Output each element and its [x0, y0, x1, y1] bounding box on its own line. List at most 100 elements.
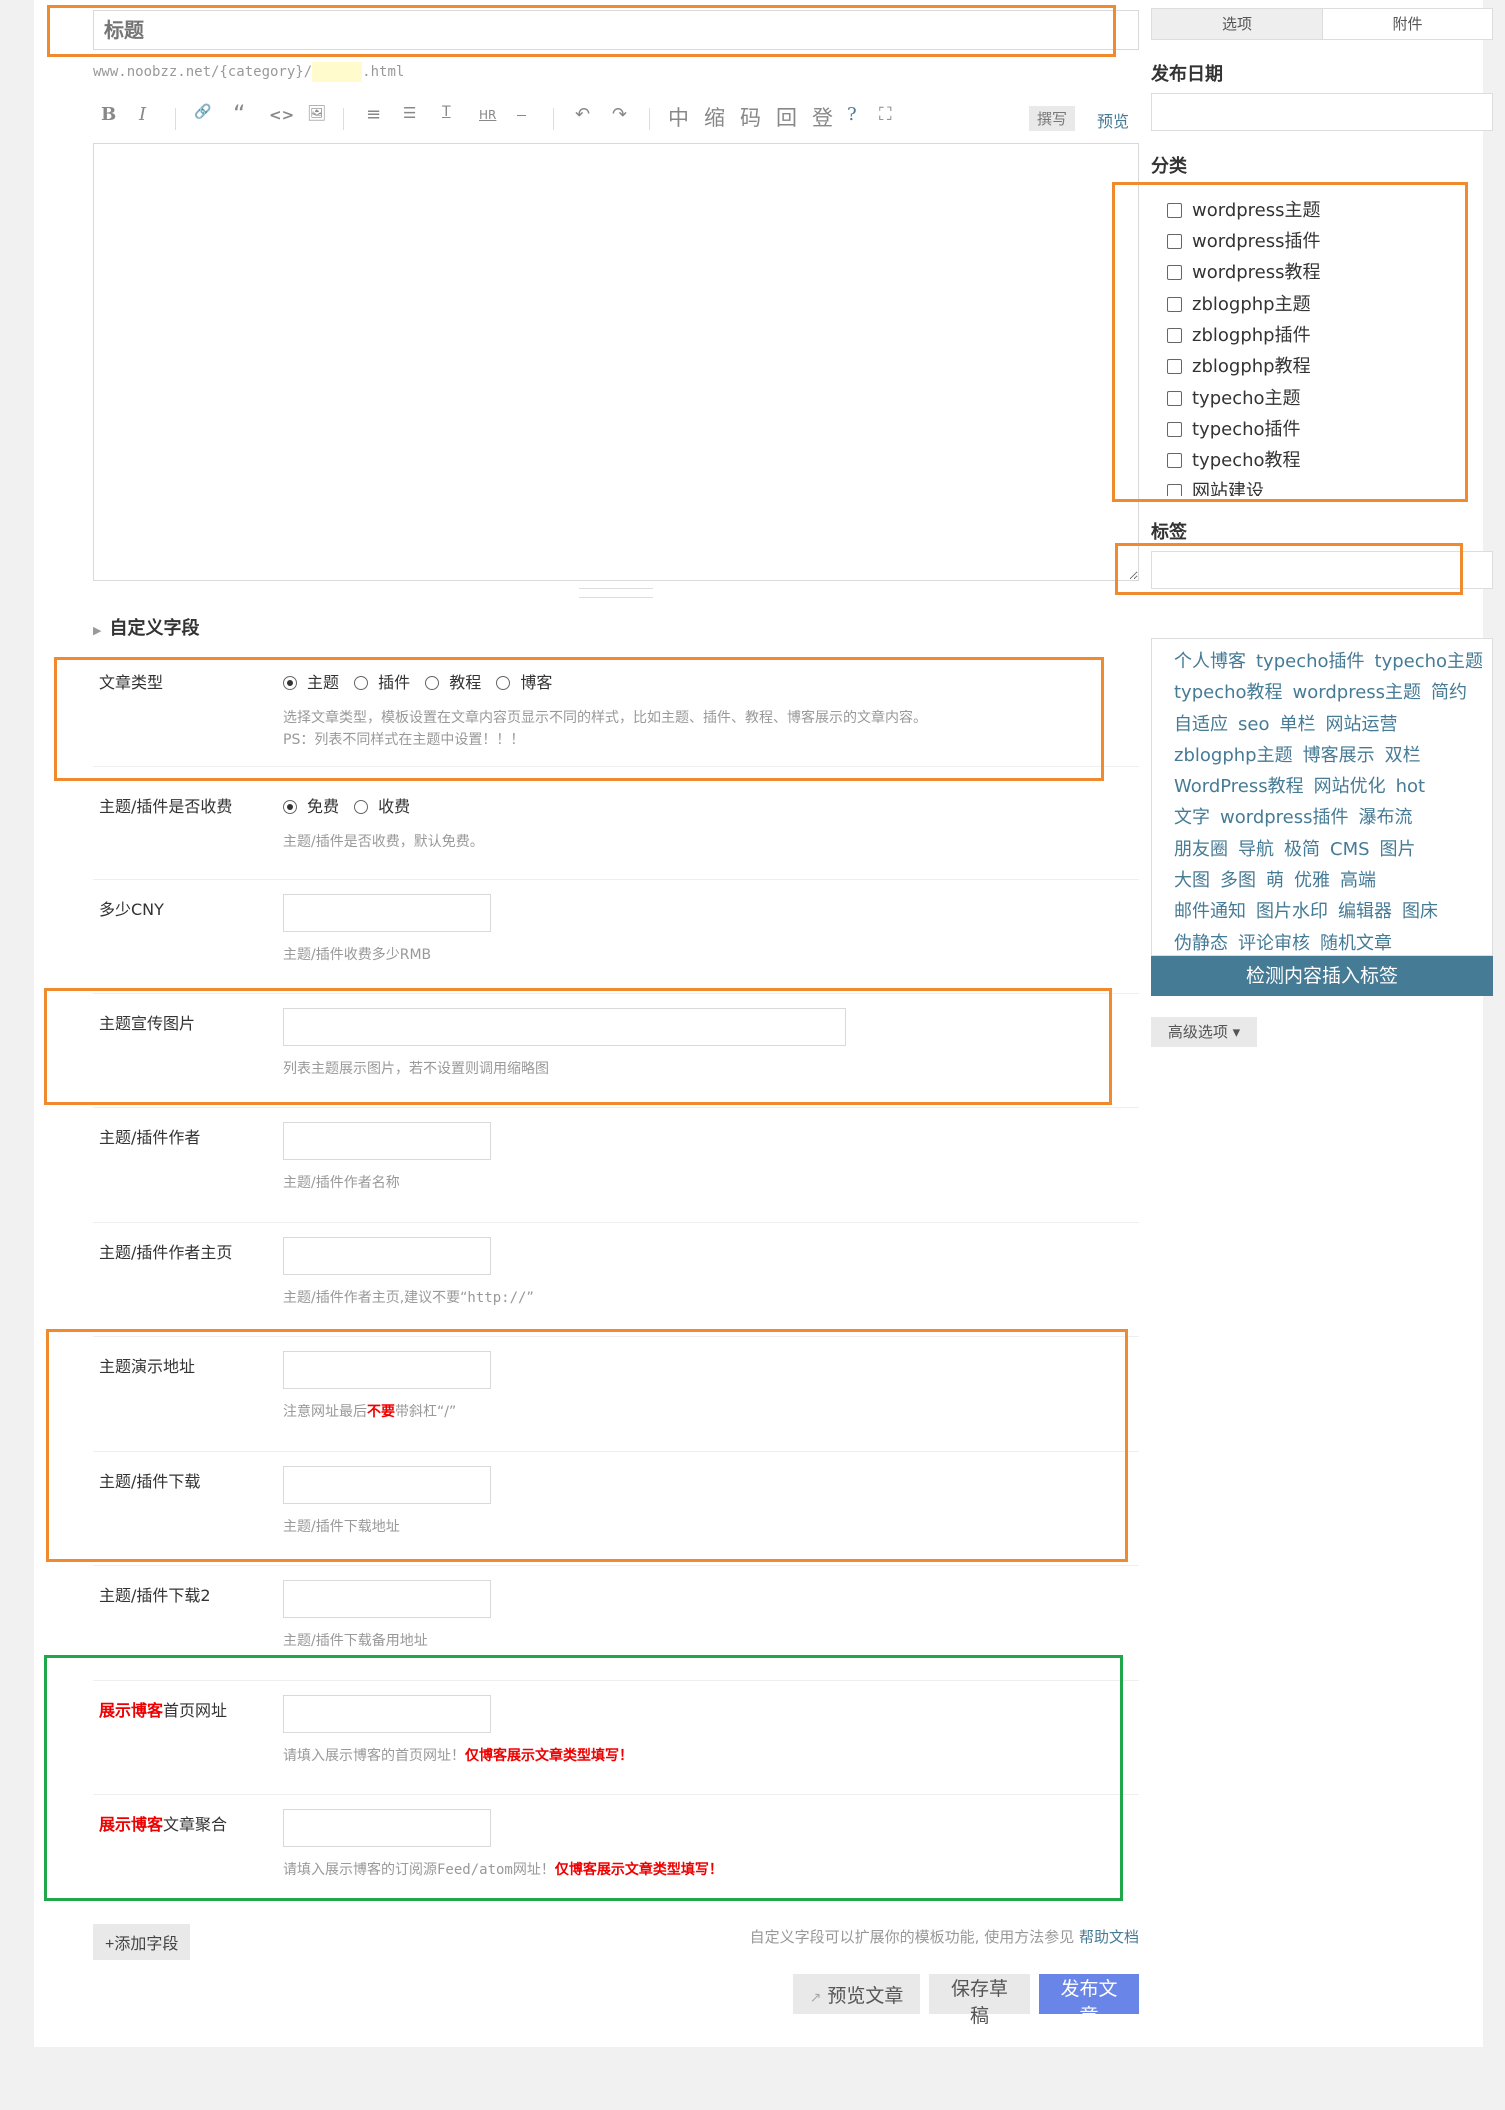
login-icon[interactable]: 登 [812, 102, 833, 132]
tab-options[interactable]: 选项 [1152, 9, 1322, 39]
indent-icon[interactable]: 缩 [704, 102, 725, 132]
tag-link[interactable]: typecho主题 [1375, 651, 1484, 672]
radio-tutorial[interactable]: 教程 [425, 673, 481, 692]
code-icon[interactable]: <> [269, 106, 294, 124]
radio-free[interactable]: 免费 [283, 797, 339, 816]
tag-link[interactable]: 伪静态 [1174, 933, 1228, 954]
quote-icon[interactable]: “ [233, 100, 245, 128]
code-block-icon[interactable]: 码 [740, 102, 761, 132]
tags-input[interactable] [1151, 551, 1493, 589]
download-input[interactable] [283, 1466, 491, 1504]
tag-link[interactable]: 随机文章 [1320, 933, 1392, 954]
tag-link[interactable]: 简约 [1431, 682, 1467, 703]
blog-homepage-input[interactable] [283, 1695, 491, 1733]
field-body: 主题/插件作者名称 [283, 1122, 491, 1194]
tag-link[interactable]: 优雅 [1294, 870, 1330, 891]
publish-button[interactable]: 发布文章 [1039, 1974, 1139, 2027]
tag-link[interactable]: 高端 [1340, 870, 1376, 891]
tag-link[interactable]: 瀑布流 [1359, 807, 1413, 828]
chinese-icon[interactable]: 中 [668, 102, 689, 132]
category-item[interactable]: zblogphp插件 [1167, 321, 1311, 347]
download-2-input[interactable] [283, 1580, 491, 1618]
heading-icon[interactable]: T [442, 104, 451, 120]
category-item[interactable]: wordpress教程 [1167, 258, 1321, 284]
publish-date-input[interactable] [1151, 93, 1493, 131]
write-tab[interactable]: 撰写 [1029, 106, 1076, 131]
horizontal-rule-icon[interactable]: HR [479, 108, 496, 122]
category-item[interactable]: wordpress主题 [1167, 196, 1321, 222]
tag-link[interactable]: typecho教程 [1174, 682, 1283, 703]
tag-link[interactable]: wordpress插件 [1220, 807, 1349, 828]
tag-link[interactable]: 多图 [1220, 870, 1256, 891]
tag-link[interactable]: 极简 [1284, 839, 1320, 860]
tag-link[interactable]: 评论审核 [1238, 933, 1310, 954]
radio-paid[interactable]: 收费 [354, 797, 410, 816]
tag-link[interactable]: seo [1238, 714, 1269, 735]
tag-link[interactable]: 网站优化 [1314, 776, 1386, 797]
tag-link[interactable]: 网站运营 [1325, 714, 1397, 735]
tag-link[interactable]: zblogphp主题 [1174, 745, 1293, 766]
save-draft-button[interactable]: 保存草稿 [929, 1974, 1030, 2027]
title-input[interactable] [93, 10, 1139, 50]
category-item[interactable]: typecho主题 [1167, 384, 1301, 410]
tag-link[interactable]: 图片 [1380, 839, 1416, 860]
editor-resize-handle[interactable] [579, 588, 653, 598]
tag-link[interactable]: 导航 [1238, 839, 1274, 860]
tag-link[interactable]: 图床 [1402, 901, 1438, 922]
bold-icon[interactable]: B [101, 104, 116, 125]
content-editor[interactable] [93, 143, 1139, 581]
image-icon[interactable]: 🖼 [307, 104, 326, 122]
ordered-list-icon[interactable]: ≡ [366, 104, 381, 125]
category-item[interactable]: zblogphp主题 [1167, 290, 1311, 316]
advanced-options-button[interactable]: 高级选项 ▾ [1151, 1017, 1257, 1047]
category-item[interactable]: zblogphp教程 [1167, 352, 1311, 378]
tag-link[interactable]: 萌 [1266, 870, 1284, 891]
category-item[interactable]: typecho教程 [1167, 446, 1301, 472]
radio-theme[interactable]: 主题 [283, 673, 339, 692]
preview-tab[interactable]: 预览 [1097, 108, 1129, 132]
tag-link[interactable]: wordpress主题 [1293, 682, 1422, 703]
redo-icon[interactable]: ↷ [612, 104, 627, 125]
tag-link[interactable]: typecho插件 [1256, 651, 1365, 672]
tag-link[interactable]: 单栏 [1279, 714, 1315, 735]
demo-url-input[interactable] [283, 1351, 491, 1389]
tag-link[interactable]: 博客展示 [1303, 745, 1375, 766]
tag-link[interactable]: 文字 [1174, 807, 1210, 828]
tag-link[interactable]: CMS [1330, 839, 1370, 860]
tag-link[interactable]: 大图 [1174, 870, 1210, 891]
tag-link[interactable]: 图片水印 [1256, 901, 1328, 922]
author-input[interactable] [283, 1122, 491, 1160]
promo-image-input[interactable] [283, 1008, 846, 1046]
insert-tags-button[interactable]: 检测内容插入标签 [1151, 956, 1493, 996]
preview-post-button[interactable]: ↗ 预览文章 [793, 1974, 920, 2014]
more-icon[interactable]: ⎯ [517, 104, 526, 125]
category-item[interactable]: 网站建设 [1167, 477, 1264, 496]
unordered-list-icon[interactable]: ☰ [403, 104, 416, 122]
fullscreen-icon[interactable]: ⛶ [879, 104, 892, 125]
radio-blog[interactable]: 博客 [496, 673, 552, 692]
tag-link[interactable]: 编辑器 [1338, 901, 1392, 922]
link-icon[interactable]: 🔗 [194, 104, 211, 120]
category-item[interactable]: typecho插件 [1167, 415, 1301, 441]
custom-fields-toggle[interactable]: ▶ 自定义字段 [93, 614, 199, 640]
author-homepage-input[interactable] [283, 1237, 491, 1275]
reply-icon[interactable]: 回 [776, 102, 797, 132]
italic-icon[interactable]: I [139, 104, 146, 125]
tag-link[interactable]: WordPress教程 [1174, 776, 1304, 797]
tab-attachments[interactable]: 附件 [1322, 9, 1492, 39]
blog-feed-input[interactable] [283, 1809, 491, 1847]
tag-link[interactable]: 朋友圈 [1174, 839, 1228, 860]
radio-plugin[interactable]: 插件 [354, 673, 410, 692]
slug-input[interactable] [312, 62, 363, 82]
tag-link[interactable]: hot [1396, 776, 1425, 797]
help-doc-link[interactable]: 帮助文档 [1079, 1928, 1139, 1946]
add-field-button[interactable]: +添加字段 [93, 1924, 191, 1960]
tag-link[interactable]: 个人博客 [1174, 651, 1246, 672]
category-item[interactable]: wordpress插件 [1167, 227, 1321, 253]
price-input[interactable] [283, 894, 491, 932]
tag-link[interactable]: 双栏 [1385, 745, 1421, 766]
tag-link[interactable]: 邮件通知 [1174, 901, 1246, 922]
tag-link[interactable]: 自适应 [1174, 714, 1228, 735]
undo-icon[interactable]: ↶ [575, 104, 590, 125]
help-icon[interactable]: ? [847, 104, 857, 125]
